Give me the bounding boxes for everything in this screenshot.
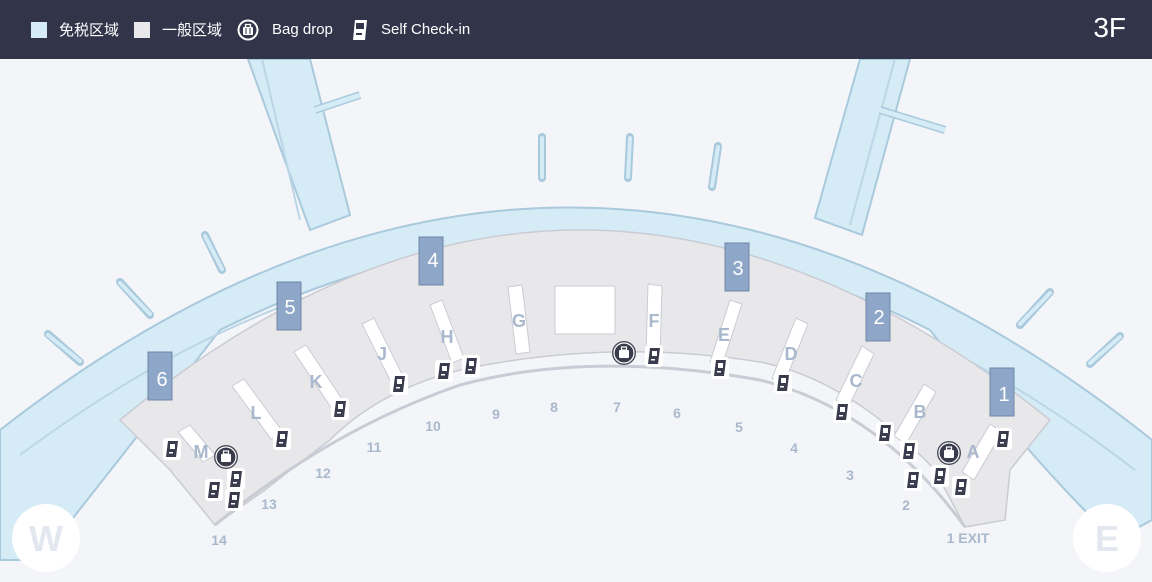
bag-drop-icon [236,18,260,42]
east-compass: E [1073,504,1141,572]
self-checkin-icon[interactable] [435,360,453,382]
self-checkin-icon[interactable] [227,468,245,490]
entrance-9-label: 9 [492,406,500,422]
entrance-5-label: 5 [735,419,743,435]
bag-drop-icon[interactable] [936,440,962,466]
entrance-10-label: 10 [425,418,441,434]
self-checkin-icon[interactable] [390,373,408,395]
counter-b-label: B [914,402,927,422]
self-checkin-icon[interactable] [833,401,851,423]
entrance-14-label: 14 [211,532,227,548]
bag-drop-icon[interactable] [213,444,239,470]
legend-general-label: 一般区域 [162,22,223,39]
self-checkin-icon[interactable] [163,438,181,460]
self-checkin-icon[interactable] [994,428,1012,450]
self-checkin-icon[interactable] [645,345,663,367]
counter-l-label: L [251,403,262,423]
self-checkin-icon [351,19,369,41]
north-east-pier [813,59,947,237]
terminal-map[interactable]: 6 5 4 3 2 1 A B C D E F G H J K L M 1 EX… [0,59,1152,582]
entrance-7-label: 7 [613,399,621,415]
west-label: W [29,518,63,559]
legend-self-checkin-label: Self Check-in [381,21,471,38]
duty-free-swatch [31,21,47,38]
legend-bag-drop: Bag drop [236,0,333,59]
counter-a-label: A [967,442,980,462]
east-label: E [1095,518,1119,559]
west-compass: W [12,504,80,572]
gate-6-label: 6 [156,369,167,391]
counter-f-label: F [649,311,660,331]
entrance-12-label: 12 [315,465,331,481]
bag-drop-icon[interactable] [611,340,637,366]
self-checkin-icon[interactable] [774,372,792,394]
legend-self-checkin: Self Check-in [351,0,470,59]
entrance-6-label: 6 [673,405,681,421]
floor-indicator: 3F [1093,12,1126,43]
central-atrium [554,285,616,335]
legend-general: 一般区域 [134,0,222,59]
entrance-4-label: 4 [790,440,798,456]
legend-duty-free-label: 免税区域 [59,22,120,39]
north-west-pier [246,59,362,232]
self-checkin-icon[interactable] [711,357,729,379]
entrance-13-label: 13 [261,496,277,512]
counter-j-label: J [377,344,387,364]
gate-4-label: 4 [427,250,438,272]
counter-c-label: C [850,371,863,391]
self-checkin-icon[interactable] [205,479,223,501]
self-checkin-icon[interactable] [462,355,480,377]
counter-e-label: E [718,325,730,345]
entrance-2-label: 2 [902,497,910,513]
gate-3-label: 3 [732,258,743,280]
self-checkin-icon[interactable] [331,398,349,420]
self-checkin-icon[interactable] [952,476,970,498]
gate-5-label: 5 [284,297,295,319]
self-checkin-icon[interactable] [931,465,949,487]
entrance-8-label: 8 [550,399,558,415]
self-checkin-icon[interactable] [900,440,918,462]
counter-g-label: G [512,311,526,331]
entrance-1-label: 1 EXIT [947,530,990,546]
gate-1-label: 1 [998,384,1009,406]
self-checkin-icon[interactable] [876,422,894,444]
general-area-swatch [134,21,150,38]
counter-h-label: H [441,327,454,347]
legend-duty-free: 免税区域 [31,0,119,59]
counter-d-label: D [785,344,798,364]
entrance-11-label: 11 [367,439,382,455]
counter-k-label: K [310,372,323,392]
entrance-3-label: 3 [846,467,854,483]
self-checkin-icon[interactable] [273,428,291,450]
self-checkin-icon[interactable] [225,489,243,511]
legend-bag-drop-label: Bag drop [272,21,333,38]
gate-2-label: 2 [873,307,884,329]
self-checkin-icon[interactable] [904,469,922,491]
map-header: 免税区域 一般区域 Bag drop Self Check-in 3F [0,0,1152,59]
counter-m-label: M [194,442,209,462]
